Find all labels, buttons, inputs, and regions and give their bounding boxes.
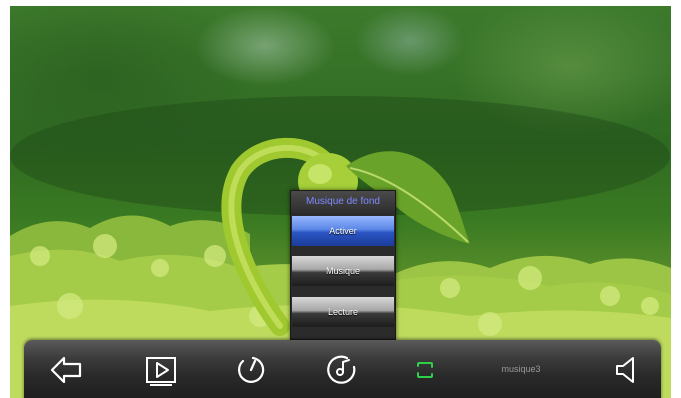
music-disc-icon[interactable] (322, 352, 362, 388)
menu-item-musique[interactable]: Musique (292, 256, 394, 286)
background-music-menu: Musique de fond Activer Musique Lecture (290, 190, 396, 340)
repeat-icon[interactable] (405, 352, 445, 388)
menu-item-lecture[interactable]: Lecture (292, 297, 394, 327)
back-arrow-icon[interactable] (46, 352, 86, 388)
bottom-toolbar: musique3 (24, 340, 661, 398)
volume-icon[interactable] (607, 352, 647, 388)
track-name: musique3 (501, 364, 541, 374)
photo-frame-screen: Musique de fond Activer Musique Lecture … (10, 6, 671, 398)
menu-title: Musique de fond (291, 191, 395, 213)
play-icon[interactable] (141, 352, 181, 388)
menu-item-activer[interactable]: Activer (292, 216, 394, 246)
timer-icon[interactable] (231, 352, 271, 388)
